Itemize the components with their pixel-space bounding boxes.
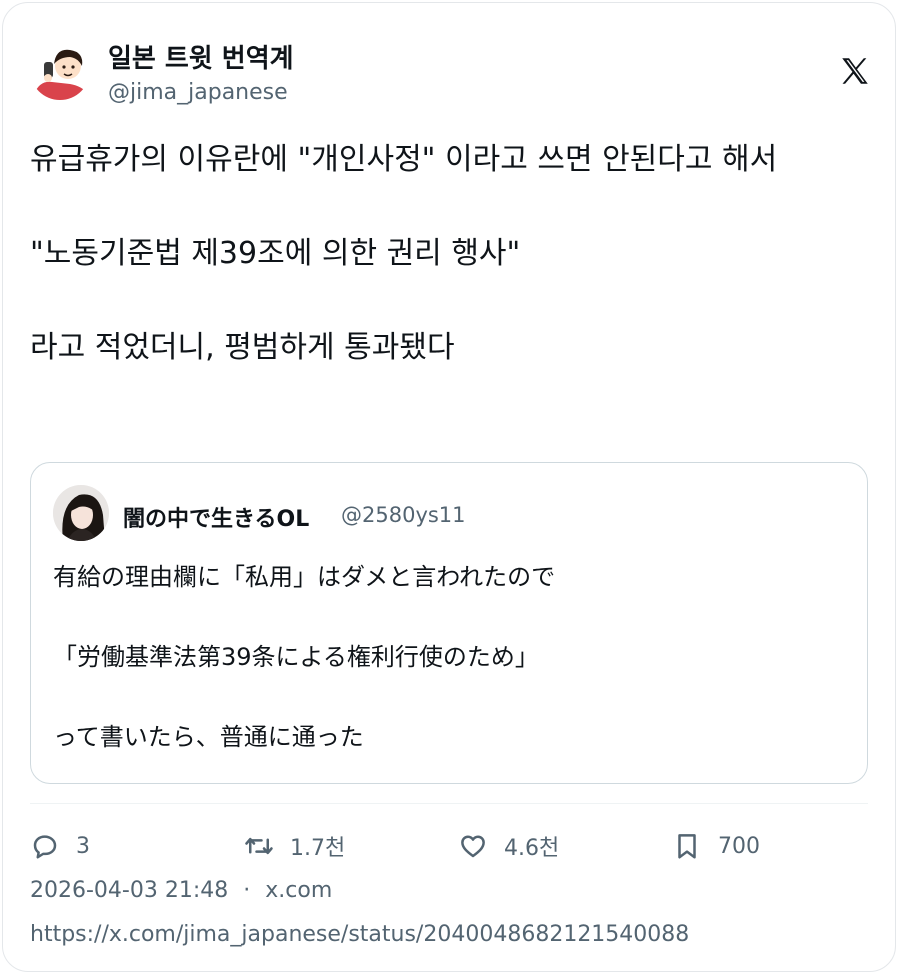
repost-button[interactable]: 1.7천 bbox=[244, 826, 345, 866]
bookmark-count: 700 bbox=[718, 833, 760, 859]
quoted-paragraph: って書いたら、普通に通った bbox=[53, 723, 364, 751]
author-avatar[interactable] bbox=[30, 40, 90, 100]
reply-count: 3 bbox=[76, 833, 90, 859]
like-button[interactable]: 4.6천 bbox=[458, 826, 559, 866]
bookmark-button[interactable]: 700 bbox=[672, 826, 760, 866]
meta-separator: · bbox=[243, 878, 251, 903]
reply-button[interactable]: 3 bbox=[30, 826, 90, 866]
tweet-meta: 2026-04-03 21:48 · x.com bbox=[30, 878, 332, 903]
tweet-url[interactable]: https://x.com/jima_japanese/status/20400… bbox=[30, 922, 689, 947]
quoted-tweet-text: 有給の理由欄に「私用」はダメと言われたので 「労働基準法第39条による権利行使の… bbox=[53, 557, 843, 757]
quoted-paragraph: 「労働基準法第39条による権利行使のため」 bbox=[53, 643, 539, 671]
quoted-paragraph: 有給の理由欄に「私用」はダメと言われたので bbox=[53, 563, 556, 591]
tweet-text: 유급휴가의 이유란에 "개인사정" 이라고 쓰면 안된다고 해서 "노동기준법 … bbox=[30, 136, 870, 371]
quoted-tweet[interactable]: 闇の中で生きるOL @2580ys11 有給の理由欄に「私用」はダメと言われたの… bbox=[30, 462, 868, 784]
quoted-author-name: 闇の中で生きるOL bbox=[123, 507, 310, 532]
divider bbox=[30, 803, 868, 804]
quoted-author-avatar bbox=[53, 485, 109, 541]
tweet-paragraph: "노동기준법 제39조에 의한 권리 행사" bbox=[30, 236, 521, 271]
like-count: 4.6천 bbox=[504, 836, 560, 861]
reply-icon bbox=[33, 835, 57, 859]
author-avatar-image bbox=[30, 40, 90, 100]
tweet-paragraph: 라고 적었더니, 평범하게 통과됐다 bbox=[30, 330, 455, 365]
like-icon bbox=[461, 835, 485, 858]
quoted-avatar-image bbox=[53, 485, 109, 541]
author-handle[interactable]: @jima_japanese bbox=[108, 80, 288, 105]
bookmark-icon bbox=[678, 834, 696, 859]
author-name[interactable]: 일본 트윗 번역계 bbox=[108, 38, 294, 75]
repost-count: 1.7천 bbox=[290, 836, 346, 861]
tweet-source[interactable]: x.com bbox=[265, 878, 332, 903]
tweet-datetime[interactable]: 2026-04-03 21:48 bbox=[30, 878, 228, 903]
quoted-author-handle: @2580ys11 bbox=[341, 503, 466, 527]
tweet-paragraph: 유급휴가의 이유란에 "개인사정" 이라고 쓰면 안된다고 해서 bbox=[30, 142, 778, 177]
x-logo-icon[interactable] bbox=[838, 54, 872, 88]
repost-icon bbox=[245, 837, 273, 855]
